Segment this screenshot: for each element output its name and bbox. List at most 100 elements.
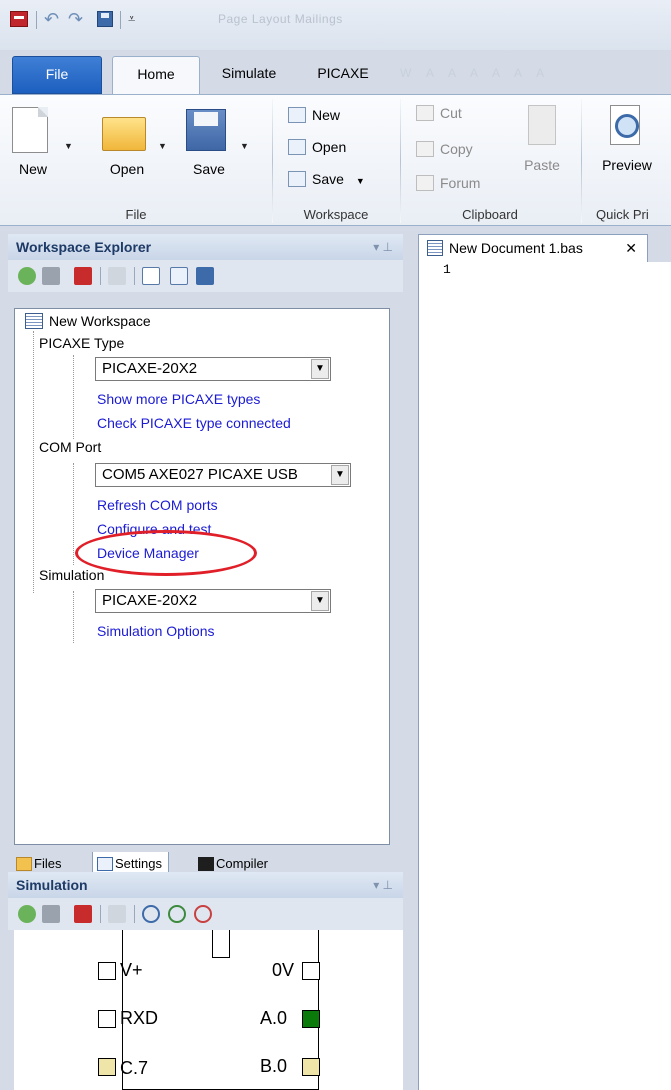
tab-home[interactable]: Home: [112, 56, 200, 96]
workspace-open-label: Open: [312, 139, 347, 155]
group-separator: [272, 99, 273, 223]
com-port-node[interactable]: COM Port: [39, 437, 101, 457]
document-icon: [427, 240, 443, 256]
com-port-value: COM5 AXE027 PICAXE USB: [102, 466, 298, 483]
tree-root-label[interactable]: New Workspace: [49, 311, 151, 331]
chevron-down-icon[interactable]: ▼: [311, 591, 329, 611]
new-file-label: New: [18, 161, 47, 177]
tab-files-label: Files: [34, 856, 62, 871]
new-document-icon: [12, 107, 48, 153]
undo-icon[interactable]: ↶: [44, 10, 64, 28]
toolbar-separator: [100, 267, 101, 285]
pin-indicator[interactable]: [98, 962, 116, 980]
pin-label: V+: [120, 960, 143, 980]
file-group-label: File: [125, 207, 147, 222]
pin-indicator[interactable]: [302, 962, 320, 980]
workspace-document-icon: [25, 313, 43, 329]
workspace-open-button[interactable]: Open: [288, 135, 346, 159]
toolbar-separator: [134, 267, 135, 285]
chevron-down-icon[interactable]: ▼: [240, 141, 249, 151]
app-logo-icon[interactable]: [10, 11, 28, 27]
tab-file[interactable]: File: [12, 56, 102, 94]
tab-settings-label: Settings: [115, 856, 162, 871]
magnifier-preview-icon: [610, 105, 640, 145]
save-workspace-icon[interactable]: [196, 267, 214, 285]
workspace-new-button[interactable]: New: [288, 103, 340, 127]
close-icon[interactable]: ✕: [625, 235, 637, 261]
save-disk-icon: [186, 109, 226, 151]
chevron-down-icon[interactable]: ▼: [64, 141, 73, 151]
tree-line: [73, 591, 74, 643]
pin-panel-icon[interactable]: ▾ ⊥: [373, 872, 393, 898]
pin-indicator-active[interactable]: [302, 1010, 320, 1028]
open-file-button[interactable]: Open ▼: [96, 101, 167, 185]
pin-label: RXD: [120, 1008, 159, 1028]
forum-icon: [416, 175, 434, 191]
faded-tab-strip: W A A A A A A: [400, 66, 551, 80]
title-bar: ↶ ↷ ⩡ Page Layout Mailings: [0, 0, 671, 50]
chevron-down-icon[interactable]: ▼: [356, 176, 365, 186]
simulation-node[interactable]: Simulation: [39, 565, 104, 585]
document-tab[interactable]: New Document 1.bas ✕: [418, 234, 648, 262]
console-icon: [198, 857, 214, 871]
ribbon: New ▼ Open ▼ Save ▼ File New Open Save ▼…: [0, 94, 671, 226]
redo-icon[interactable]: ↷: [68, 10, 88, 28]
group-separator: [400, 99, 401, 223]
chevron-down-icon[interactable]: ▼: [331, 465, 349, 485]
workspace-group-label: Workspace: [303, 207, 369, 222]
save-workspace-icon: [288, 171, 306, 187]
workspace-save-button[interactable]: Save ▼: [288, 167, 365, 191]
wrench-icon[interactable]: [108, 267, 126, 285]
simulation-panel-header: Simulation ▾ ⊥: [8, 872, 403, 898]
code-editor[interactable]: 1: [418, 262, 671, 1090]
workspace-new-label: New: [312, 107, 341, 123]
pin-indicator[interactable]: [98, 1010, 116, 1028]
cut-button[interactable]: Cut: [416, 101, 462, 125]
zoom-icon[interactable]: [142, 905, 160, 923]
print-icon[interactable]: [42, 267, 60, 285]
copy-icon: [416, 141, 434, 157]
tab-simulate[interactable]: Simulate: [204, 56, 294, 94]
pdf-icon[interactable]: [74, 267, 92, 285]
clipboard-group-label: Clipboard: [462, 207, 518, 222]
refresh-icon[interactable]: [18, 905, 36, 923]
pin-indicator[interactable]: [98, 1058, 116, 1076]
print-icon[interactable]: [42, 905, 60, 923]
pin-label: 0V: [272, 960, 295, 980]
chevron-down-icon[interactable]: ▼: [311, 359, 329, 379]
pin-panel-icon[interactable]: ▾ ⊥: [373, 234, 393, 260]
show-more-picaxe-link[interactable]: Show more PICAXE types: [97, 389, 260, 409]
simulation-type-select[interactable]: PICAXE-20X2 ▼: [95, 589, 331, 613]
document-tab-label: New Document 1.bas: [449, 240, 583, 256]
refresh-com-ports-link[interactable]: Refresh COM ports: [97, 495, 218, 515]
zoom-in-icon[interactable]: [168, 905, 186, 923]
com-port-select[interactable]: COM5 AXE027 PICAXE USB ▼: [95, 463, 351, 487]
tab-picaxe[interactable]: PICAXE: [298, 56, 388, 94]
chevron-down-icon[interactable]: ▼: [158, 141, 167, 151]
window-title: Page Layout Mailings: [218, 12, 343, 26]
refresh-icon[interactable]: [18, 267, 36, 285]
copy-button[interactable]: Copy: [416, 137, 473, 161]
new-workspace-icon[interactable]: [142, 267, 160, 285]
line-number: 1: [443, 262, 451, 277]
pin-label: B.0: [260, 1056, 288, 1076]
check-picaxe-type-link[interactable]: Check PICAXE type connected: [97, 413, 291, 433]
pin-indicator[interactable]: [302, 1058, 320, 1076]
new-file-button[interactable]: New ▼: [2, 101, 73, 185]
toolbar-separator: [134, 905, 135, 923]
open-workspace-icon[interactable]: [170, 267, 188, 285]
customize-quick-access-icon[interactable]: ⩡: [128, 11, 140, 27]
wrench-icon[interactable]: [108, 905, 126, 923]
tab-compiler-label: Compiler: [216, 856, 269, 871]
forum-button[interactable]: Forum: [416, 171, 480, 195]
toolbar-separator: [100, 905, 101, 923]
pdf-icon[interactable]: [74, 905, 92, 923]
simulation-options-link[interactable]: Simulation Options: [97, 621, 215, 641]
open-file-label: Open: [109, 161, 145, 177]
quick-save-icon[interactable]: [97, 11, 113, 27]
pin-label: A.0: [260, 1008, 288, 1028]
save-file-button[interactable]: Save ▼: [178, 101, 249, 185]
zoom-out-icon[interactable]: [194, 905, 212, 923]
picaxe-type-node[interactable]: PICAXE Type: [39, 333, 124, 353]
picaxe-type-select[interactable]: PICAXE-20X2 ▼: [95, 357, 331, 381]
